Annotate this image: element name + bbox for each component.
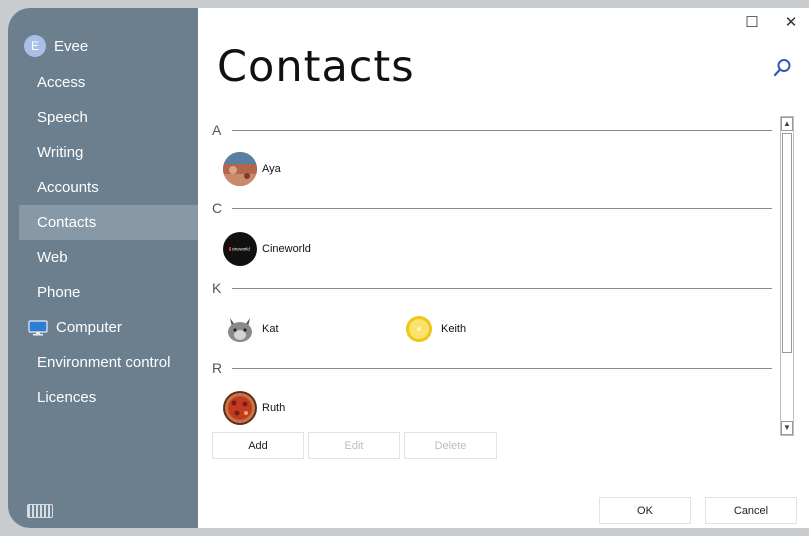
sidebar-item-phone[interactable]: Phone (19, 275, 198, 310)
avatar: E (24, 35, 46, 57)
sidebar-item-speech[interactable]: Speech (19, 100, 198, 135)
user-name: Evee (54, 37, 89, 55)
section-letter: C (212, 200, 223, 216)
search-icon[interactable] (771, 57, 793, 79)
edit-button[interactable]: Edit (308, 432, 400, 459)
ok-button[interactable]: OK (599, 497, 691, 524)
sidebar-item-label: Speech (37, 109, 88, 126)
delete-button[interactable]: Delete (404, 432, 497, 459)
sidebar-item-access[interactable]: Access (19, 65, 198, 100)
section-divider (232, 368, 772, 369)
contact-name: Aya (262, 163, 281, 175)
section-letter: R (212, 360, 223, 376)
contact-cineworld[interactable]: cineworld Cineworld (223, 232, 311, 266)
contact-aya[interactable]: Aya (223, 152, 281, 186)
contact-ruth[interactable]: Ruth (223, 391, 285, 425)
sidebar-item-contacts[interactable]: Contacts (19, 205, 198, 240)
close-icon[interactable]: ✕ (782, 14, 800, 32)
section-header-c: C (212, 198, 772, 218)
contact-keith[interactable]: Keith (402, 312, 466, 346)
section-header-k: K (212, 278, 772, 298)
contact-name: Cineworld (262, 243, 311, 255)
sidebar-item-label: Computer (56, 319, 122, 336)
section-divider (232, 288, 772, 289)
section-letter: K (212, 280, 222, 296)
section-divider (232, 130, 772, 131)
user-profile[interactable]: E Evee (24, 34, 88, 58)
sidebar-item-computer[interactable]: Computer (19, 310, 198, 345)
contact-photo: cineworld (223, 232, 257, 266)
sidebar-item-accounts[interactable]: Accounts (19, 170, 198, 205)
section-letter: A (212, 122, 222, 138)
keyboard-icon[interactable] (27, 504, 53, 518)
sidebar: E Evee Access Speech Writing Accounts Co… (8, 8, 198, 528)
sidebar-item-label: Writing (37, 144, 84, 161)
sidebar-item-label: Contacts (37, 214, 97, 231)
cancel-button[interactable]: Cancel (705, 497, 797, 524)
sidebar-item-environment-control[interactable]: Environment control (19, 345, 198, 380)
sidebar-item-licences[interactable]: Licences (19, 380, 198, 415)
contact-name: Keith (441, 323, 467, 335)
sidebar-item-label: Access (37, 74, 86, 91)
page-title: Contacts (217, 42, 415, 92)
sidebar-item-web[interactable]: Web (19, 240, 198, 275)
main-panel: Contacts ☐ ✕ A Aya C cineworld Cineworld… (198, 8, 809, 528)
scroll-up-button[interactable]: ▲ (781, 117, 793, 131)
contact-photo (223, 391, 257, 425)
sidebar-item-label: Accounts (37, 179, 99, 196)
sidebar-item-label: Phone (37, 284, 81, 301)
contact-photo (402, 312, 436, 346)
scroll-down-button[interactable]: ▼ (781, 421, 793, 435)
sidebar-item-label: Web (37, 249, 68, 266)
sidebar-item-label: Licences (37, 389, 97, 406)
sidebar-item-writing[interactable]: Writing (19, 135, 198, 170)
section-divider (232, 208, 772, 209)
contact-photo (223, 312, 257, 346)
contacts-scrollbar[interactable]: ▲ ▼ (780, 116, 794, 436)
contact-kat[interactable]: Kat (223, 312, 279, 346)
contact-name: Kat (262, 323, 279, 335)
section-header-a: A (212, 120, 772, 140)
monitor-icon (28, 319, 48, 335)
sidebar-item-label: Environment control (37, 354, 171, 371)
contact-photo (223, 152, 257, 186)
settings-window: E Evee Access Speech Writing Accounts Co… (8, 8, 809, 528)
contact-name: Ruth (262, 402, 286, 414)
maximize-icon[interactable]: ☐ (743, 14, 761, 32)
scroll-thumb[interactable] (782, 133, 792, 353)
cineworld-logo-text: cineworld (232, 247, 250, 252)
add-button[interactable]: Add (212, 432, 304, 459)
section-header-r: R (212, 358, 772, 378)
